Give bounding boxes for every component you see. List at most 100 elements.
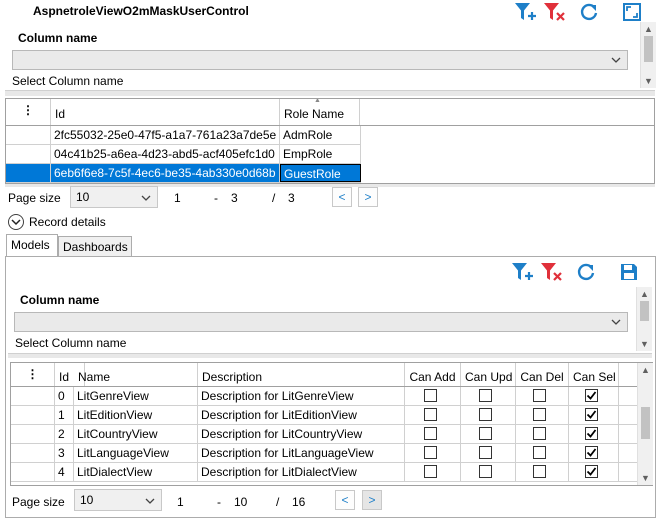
models-grid-scrollbar[interactable]: ▲ ▼ xyxy=(637,363,653,485)
roles-grid[interactable]: ⋮ Id ▲ Role Name 2fc55032-25e0-47f5-a1a7… xyxy=(5,98,655,184)
page-size-select[interactable]: 10 xyxy=(70,186,158,208)
column-name-combobox[interactable] xyxy=(12,50,628,70)
scroll-thumb[interactable] xyxy=(640,301,649,321)
role-name-cell[interactable]: AdmRole xyxy=(280,126,361,144)
row-header-cell[interactable] xyxy=(11,444,55,462)
can-sel-checkbox[interactable] xyxy=(585,446,598,459)
refresh-button[interactable] xyxy=(577,0,601,24)
table-row[interactable]: 2fc55032-25e0-47f5-a1a7-761a23a7de5e AdmR… xyxy=(6,126,361,145)
row-selector-header[interactable]: ⋮ xyxy=(6,99,51,125)
remove-filter-button[interactable] xyxy=(542,0,566,24)
models-prev-page-button[interactable]: < xyxy=(335,490,355,510)
name-cell[interactable]: LitLanguageView xyxy=(74,444,198,462)
record-details-toggle[interactable] xyxy=(8,214,24,230)
row-header-cell[interactable] xyxy=(11,463,55,481)
role-name-cell[interactable]: GuestRole xyxy=(280,164,361,182)
name-cell[interactable]: LitCountryView xyxy=(74,425,198,443)
role-name-column-header[interactable]: ▲ Role Name xyxy=(280,99,360,125)
can-upd-checkbox[interactable] xyxy=(479,408,492,421)
description-cell[interactable]: Description for LitLanguageView xyxy=(198,444,405,462)
id-cell[interactable]: 1 xyxy=(55,406,74,424)
can-sel-checkbox[interactable] xyxy=(585,427,598,440)
models-next-page-button[interactable]: > xyxy=(362,490,382,510)
scroll-thumb[interactable] xyxy=(641,407,650,439)
table-row[interactable]: 04c41b25-a6ea-4d23-abd5-acf405efc1d0 EmpR… xyxy=(6,145,361,164)
refresh-button[interactable] xyxy=(574,260,598,284)
can-del-checkbox[interactable] xyxy=(533,427,546,440)
can-del-checkbox[interactable] xyxy=(533,408,546,421)
prev-page-button[interactable]: < xyxy=(332,187,352,207)
add-filter-button[interactable] xyxy=(513,0,537,24)
can-sel-column-header[interactable]: Can Sel xyxy=(569,363,619,386)
can-del-cell xyxy=(516,387,569,405)
id-cell[interactable]: 2fc55032-25e0-47f5-a1a7-761a23a7de5e xyxy=(51,126,280,144)
row-header-cell[interactable] xyxy=(6,145,51,163)
description-cell[interactable]: Description for LitGenreView xyxy=(198,387,405,405)
id-cell[interactable]: 3 xyxy=(55,444,74,462)
next-page-button[interactable]: > xyxy=(358,187,378,207)
can-add-checkbox[interactable] xyxy=(424,427,437,440)
can-upd-checkbox[interactable] xyxy=(479,465,492,478)
table-row[interactable]: 3 LitLanguageView Description for LitLangu… xyxy=(11,444,637,463)
can-upd-checkbox[interactable] xyxy=(479,446,492,459)
scroll-thumb[interactable] xyxy=(644,36,653,62)
can-sel-checkbox[interactable] xyxy=(585,408,598,421)
models-splitter[interactable] xyxy=(8,353,652,358)
table-row[interactable]: 6eb6f6e8-7c5f-4ec6-be35-4ab330e0d68b Gues… xyxy=(6,164,361,183)
role-name-cell[interactable]: EmpRole xyxy=(280,145,361,163)
can-del-checkbox[interactable] xyxy=(533,389,546,402)
id-cell[interactable]: 04c41b25-a6ea-4d23-abd5-acf405efc1d0 xyxy=(51,145,280,163)
can-add-checkbox[interactable] xyxy=(424,408,437,421)
add-filter-button[interactable] xyxy=(510,260,534,284)
save-button[interactable] xyxy=(617,260,641,284)
tab-models[interactable]: Models xyxy=(6,234,58,257)
top-scrollbar[interactable]: ▲ ▼ xyxy=(640,22,656,88)
id-cell[interactable]: 2 xyxy=(55,425,74,443)
name-column-header[interactable]: Name xyxy=(74,363,198,386)
models-grid[interactable]: ⋮ Id Name Description Can Add Can Upd Ca… xyxy=(10,362,653,486)
description-column-header[interactable]: Description xyxy=(198,363,405,386)
row-header-cell[interactable] xyxy=(6,126,51,144)
splitter[interactable] xyxy=(5,90,655,96)
name-cell[interactable]: LitEditionView xyxy=(74,406,198,424)
can-add-checkbox[interactable] xyxy=(424,465,437,478)
remove-filter-button[interactable] xyxy=(539,260,563,284)
name-cell[interactable]: LitGenreView xyxy=(74,387,198,405)
table-row[interactable]: 2 LitCountryView Description for LitCountr… xyxy=(11,425,637,444)
can-add-checkbox[interactable] xyxy=(424,389,437,402)
can-add-column-header[interactable]: Can Add xyxy=(405,363,461,386)
description-cell[interactable]: Description for LitCountryView xyxy=(198,425,405,443)
table-row[interactable]: 1 LitEditionView Description for LitEditio… xyxy=(11,406,637,425)
can-del-checkbox[interactable] xyxy=(533,446,546,459)
row-selector-header[interactable]: ⋮ xyxy=(11,363,55,386)
can-upd-checkbox[interactable] xyxy=(479,427,492,440)
can-del-column-header[interactable]: Can Del xyxy=(516,363,569,386)
can-upd-cell xyxy=(461,425,516,443)
can-sel-checkbox[interactable] xyxy=(585,389,598,402)
table-row[interactable]: 4 LitDialectView Description for LitDialec… xyxy=(11,463,637,482)
can-upd-column-header[interactable]: Can Upd xyxy=(461,363,516,386)
id-column-header[interactable]: Id xyxy=(51,99,280,125)
can-upd-checkbox[interactable] xyxy=(479,389,492,402)
can-del-checkbox[interactable] xyxy=(533,465,546,478)
id-cell[interactable]: 0 xyxy=(55,387,74,405)
description-cell[interactable]: Description for LitEditionView xyxy=(198,406,405,424)
can-add-checkbox[interactable] xyxy=(424,446,437,459)
models-column-name-combobox[interactable] xyxy=(14,312,628,332)
can-del-cell xyxy=(516,425,569,443)
can-sel-checkbox[interactable] xyxy=(585,465,598,478)
maximize-button[interactable] xyxy=(620,0,644,24)
role-name-header-label: Role Name xyxy=(284,107,345,121)
row-header-cell[interactable] xyxy=(11,425,55,443)
tab-dashboards[interactable]: Dashboards xyxy=(58,236,132,257)
row-header-cell[interactable] xyxy=(11,406,55,424)
row-header-cell[interactable] xyxy=(6,164,51,182)
models-page-size-select[interactable]: 10 xyxy=(74,489,162,511)
row-header-cell[interactable] xyxy=(11,387,55,405)
id-cell[interactable]: 4 xyxy=(55,463,74,481)
table-row[interactable]: 0 LitGenreView Description for LitGenreVie… xyxy=(11,387,637,406)
name-cell[interactable]: LitDialectView xyxy=(74,463,198,481)
description-cell[interactable]: Description for LitDialectView xyxy=(198,463,405,481)
models-top-scrollbar[interactable]: ▲ ▼ xyxy=(636,287,652,351)
id-cell[interactable]: 6eb6f6e8-7c5f-4ec6-be35-4ab330e0d68b xyxy=(51,164,280,182)
